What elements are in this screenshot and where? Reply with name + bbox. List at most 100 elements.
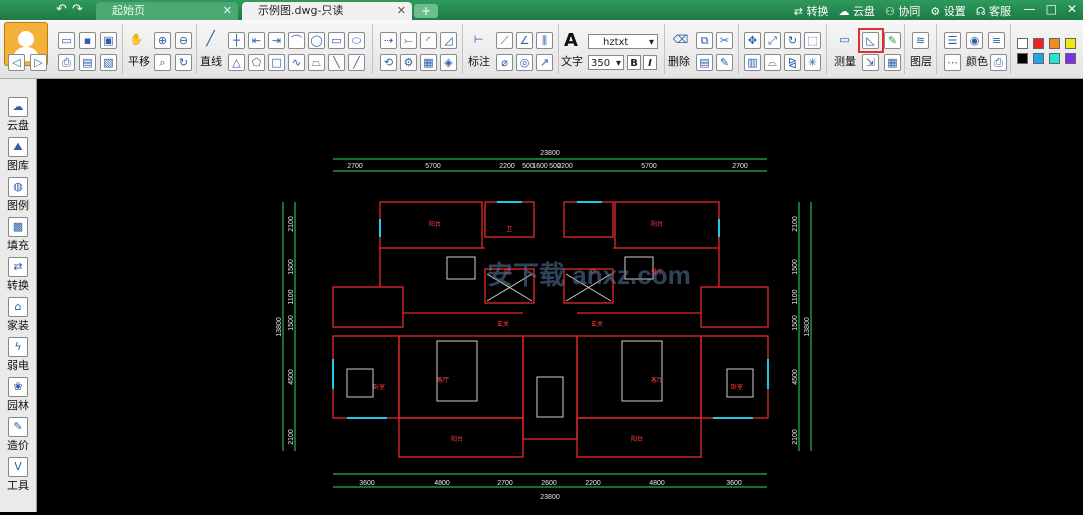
save-icon[interactable]: ▪: [79, 32, 96, 49]
sidebar-item-low-voltage[interactable]: ϟ 弱电: [0, 335, 36, 375]
pencil-icon[interactable]: ✎: [884, 32, 901, 49]
undo-arrow-icon[interactable]: ↶: [56, 2, 67, 18]
convert-link[interactable]: ⇄ 转换: [794, 3, 829, 19]
floor-plan[interactable]: 238002700 5700 2200 5001600 5002200 5700 27003…: [37, 79, 1083, 512]
measure-label[interactable]: 测量: [834, 53, 856, 69]
close-icon[interactable]: ✕: [223, 2, 232, 20]
chamfer-icon[interactable]: ◿: [440, 32, 457, 49]
angle-dim-icon[interactable]: ∠: [516, 32, 533, 49]
bold-button[interactable]: B: [627, 55, 641, 70]
print-icon[interactable]: ⎙: [58, 54, 75, 71]
text-tool-icon[interactable]: A: [564, 30, 578, 51]
nav-back-icon[interactable]: ◁: [8, 54, 25, 71]
open-file-icon[interactable]: ▭: [58, 32, 75, 49]
redo-arrow-icon[interactable]: ↷: [72, 2, 83, 18]
continuous-dim-icon[interactable]: ⫼: [536, 32, 553, 49]
color-wheel-icon[interactable]: ◉: [966, 32, 983, 49]
arc-icon[interactable]: ⌒: [288, 32, 305, 49]
color-swatch[interactable]: [1065, 53, 1076, 64]
sidebar-item-garden[interactable]: ❀ 园林: [0, 375, 36, 415]
eraser-icon[interactable]: ⌫: [672, 32, 689, 49]
sidebar-item-convert[interactable]: ⇄ 转换: [0, 255, 36, 295]
triangle-icon[interactable]: △: [228, 54, 245, 71]
dimension-icon[interactable]: ⊢: [470, 32, 487, 49]
add-tab-button[interactable]: +: [414, 4, 438, 18]
explode-icon[interactable]: ✳: [804, 54, 821, 71]
spline-icon[interactable]: ∿: [288, 54, 305, 71]
save-as-icon[interactable]: ▣: [100, 32, 117, 49]
layer-icon[interactable]: ≋: [912, 32, 929, 49]
scale-icon[interactable]: ⤢: [764, 32, 781, 49]
layer-label[interactable]: 图层: [910, 53, 932, 69]
line-weight-icon[interactable]: ☰: [944, 32, 961, 49]
circle-icon[interactable]: ◯: [308, 32, 325, 49]
polygon-icon[interactable]: ⬠: [248, 54, 265, 71]
delete-label[interactable]: 删除: [668, 53, 690, 69]
diameter-dim-icon[interactable]: ◎: [516, 54, 533, 71]
trim-icon[interactable]: ⤚: [400, 32, 417, 49]
rotate-icon[interactable]: ⟲: [380, 54, 397, 71]
rectangle-icon[interactable]: ▭: [328, 32, 345, 49]
color-swatch[interactable]: [1017, 38, 1028, 49]
cloud-link[interactable]: ☁ 云盘: [839, 3, 876, 19]
color-swatch[interactable]: [1065, 38, 1076, 49]
cross-line-icon[interactable]: ┼: [228, 32, 245, 49]
ray-icon[interactable]: ⇥: [268, 32, 285, 49]
block-icon[interactable]: ▦: [420, 54, 437, 71]
italic-button[interactable]: I: [643, 55, 657, 70]
measure-stats-icon[interactable]: ▦: [884, 54, 901, 71]
color-swatch[interactable]: [1033, 38, 1044, 49]
tab-drawing[interactable]: 示例图.dwg-只读 ✕: [242, 2, 412, 20]
settings-link[interactable]: ⚙ 设置: [930, 3, 965, 19]
zoom-out-icon[interactable]: ⊖: [175, 32, 192, 49]
sidebar-item-cost[interactable]: ✎ 造价: [0, 415, 36, 455]
dimension-label[interactable]: 标注: [468, 53, 490, 69]
mirror-icon[interactable]: ⧎: [784, 54, 801, 71]
trapezoid-icon[interactable]: ⏢: [308, 54, 325, 71]
brush-icon[interactable]: ✎: [716, 54, 733, 71]
sidebar-item-gallery[interactable]: ⛰ 图库: [0, 135, 36, 175]
stretch-icon[interactable]: ⬚: [804, 32, 821, 49]
diagonal-icon[interactable]: ╲: [328, 54, 345, 71]
zoom-in-icon[interactable]: ⊕: [154, 32, 171, 49]
square-icon[interactable]: □: [268, 54, 285, 71]
export-pdf-icon[interactable]: ▤: [79, 54, 96, 71]
pan-label[interactable]: 平移: [128, 53, 150, 69]
tab-start-page[interactable]: 起始页 ✕: [96, 2, 238, 20]
drawing-canvas[interactable]: 23800 2700 5700 2200 500 1600 500 2200 5700 2700 3…: [37, 79, 1083, 512]
measure-ruler-icon[interactable]: ▭: [836, 32, 853, 49]
rotate-tool-icon[interactable]: ↻: [784, 32, 801, 49]
sidebar-item-home-decor[interactable]: ⌂ 家装: [0, 295, 36, 335]
polyline-icon[interactable]: ⇤: [248, 32, 265, 49]
maximize-button[interactable]: □: [1046, 2, 1057, 16]
collab-link[interactable]: ⚇ 协同: [885, 3, 920, 19]
minimize-button[interactable]: —: [1024, 2, 1036, 16]
close-icon[interactable]: ✕: [397, 2, 406, 20]
pan-hand-icon[interactable]: ✋: [128, 32, 145, 49]
cut-icon[interactable]: ✂: [716, 32, 733, 49]
font-name-select[interactable]: hztxt ▾: [588, 34, 658, 49]
hatch-fill-icon[interactable]: ◈: [440, 54, 457, 71]
break-icon[interactable]: ⌓: [764, 54, 781, 71]
print-preview-icon[interactable]: ⎙: [990, 54, 1007, 71]
radius-dim-icon[interactable]: ⌀: [496, 54, 513, 71]
line-style-icon[interactable]: ⋯: [944, 54, 961, 71]
color-swatch[interactable]: [1049, 53, 1060, 64]
color-swatch[interactable]: [1033, 53, 1044, 64]
close-button[interactable]: ✕: [1067, 2, 1077, 16]
zoom-refresh-icon[interactable]: ↻: [175, 54, 192, 71]
sidebar-item-legend[interactable]: ◍ 图例: [0, 175, 36, 215]
text-label[interactable]: 文字: [561, 53, 583, 69]
color-swatch[interactable]: [1017, 53, 1028, 64]
line-tool-icon[interactable]: ╱: [202, 32, 219, 49]
copy-icon[interactable]: ⧉: [696, 32, 713, 49]
fillet-icon[interactable]: ◜: [420, 32, 437, 49]
aligned-dim-icon[interactable]: ⟋: [496, 32, 513, 49]
measure-length-icon[interactable]: ⇲: [862, 54, 879, 71]
sidebar-item-cloud[interactable]: ☁ 云盘: [0, 95, 36, 135]
offset-icon[interactable]: ⇢: [380, 32, 397, 49]
color-swatch[interactable]: [1049, 38, 1060, 49]
nav-forward-icon[interactable]: ▷: [30, 54, 47, 71]
line-label[interactable]: 直线: [200, 53, 222, 69]
support-link[interactable]: ☊ 客服: [976, 3, 1011, 19]
